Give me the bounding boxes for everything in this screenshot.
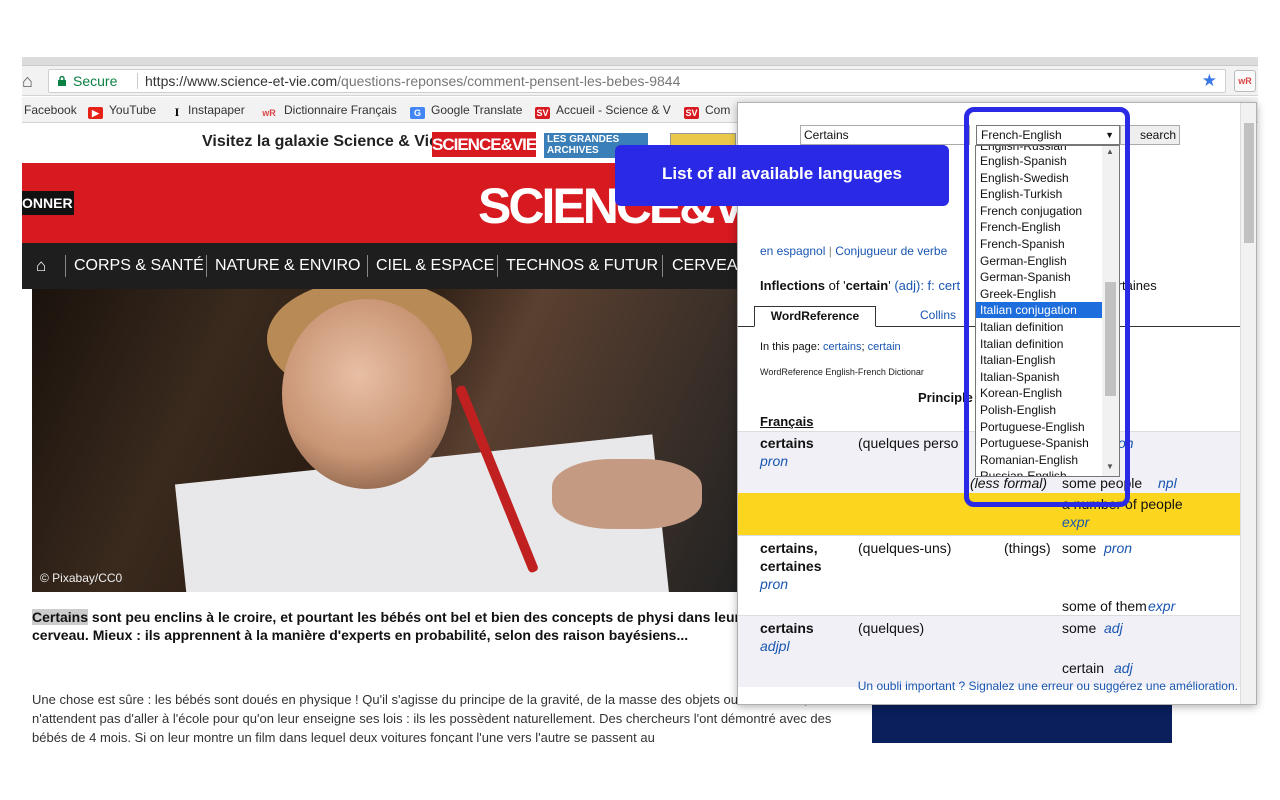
- instapaper-icon: I: [174, 105, 180, 119]
- nav-technos-futur[interactable]: TECHNOS & FUTUR: [506, 243, 658, 289]
- science-vie-icon: SV: [535, 107, 550, 119]
- main-nav: ⌂ CORPS & SANTÉ NATURE & ENVIRO CIEL & E…: [22, 243, 749, 289]
- lock-icon: [58, 76, 66, 86]
- tab-wordreference[interactable]: WordReference: [754, 306, 876, 327]
- nav-corps-sante[interactable]: CORPS & SANTÉ: [74, 243, 204, 289]
- annotation-callout: List of all available languages: [615, 145, 949, 206]
- subscribe-button[interactable]: ONNER: [22, 191, 74, 215]
- bookmark-google-translate[interactable]: G Google Translate: [410, 103, 522, 119]
- bookmark-facebook[interactable]: Facebook: [24, 103, 77, 117]
- science-vie-logo[interactable]: SCIENCE&VIE: [432, 132, 537, 157]
- wr-footer-link[interactable]: Un oubli important ? Signalez une erreur…: [738, 679, 1238, 693]
- wr-links: en espagnol | Conjugueur de verbe: [760, 244, 948, 258]
- wordreference-extension-icon[interactable]: wR: [1234, 70, 1256, 92]
- popup-scrollbar-thumb[interactable]: [1244, 123, 1254, 243]
- url-field[interactable]: Secure https://www.science-et-vie.com/qu…: [48, 69, 1226, 93]
- wr-link-conjugueur[interactable]: Conjugueur de verbe: [835, 244, 947, 258]
- wr-link-espagnol[interactable]: en espagnol: [760, 244, 825, 258]
- tab-strip: [22, 57, 1258, 66]
- article-lead: Certains sont peu enclins à le croire, e…: [32, 608, 742, 644]
- nav-nature-enviro[interactable]: NATURE & ENVIRO: [215, 243, 361, 289]
- article-body: Une chose est sûre : les bébés sont doué…: [32, 692, 832, 743]
- nav-divider: [497, 255, 498, 277]
- wr-inpage-link[interactable]: certain: [868, 341, 901, 353]
- lead-highlight: Certains: [32, 609, 89, 625]
- bookmark-dictionnaire[interactable]: wR Dictionnaire Français: [260, 103, 396, 119]
- table-row: certains, certaines pron (quelques-uns) …: [738, 535, 1256, 615]
- url-path: /questions-reponses/comment-pensent-les-…: [337, 73, 681, 89]
- bookmark-youtube[interactable]: ▶ YouTube: [88, 103, 156, 119]
- annotation-highlight-box: [964, 107, 1130, 507]
- nav-divider: [367, 255, 368, 277]
- wr-inpage-link[interactable]: certains: [823, 341, 862, 353]
- bookmark-instapaper[interactable]: I Instapaper: [172, 103, 245, 118]
- wordreference-icon: wR: [262, 108, 276, 118]
- screenshot: ⌂ Secure https://www.science-et-vie.com/…: [0, 0, 1280, 800]
- nav-home-icon[interactable]: ⌂: [36, 243, 46, 289]
- url-text: https://www.science-et-vie.com/questions…: [145, 70, 680, 92]
- wr-in-page: In this page: certains; certain: [760, 341, 901, 353]
- home-icon[interactable]: ⌂: [22, 71, 40, 91]
- address-bar-area: ⌂ Secure https://www.science-et-vie.com/…: [22, 66, 1258, 96]
- wr-search-input[interactable]: Certains: [800, 125, 970, 145]
- wr-inflections: Inflections of 'certain' (adj): f: cert: [760, 278, 961, 293]
- galaxy-text: Visitez la galaxie Science & Vie :: [202, 133, 448, 150]
- photo-child: [282, 299, 452, 489]
- nav-divider: [206, 255, 207, 277]
- lead-text: sont peu enclins à le croire, et pourtan…: [32, 609, 740, 643]
- bookmark-star-icon[interactable]: ★: [1202, 70, 1217, 92]
- popup-scrollbar[interactable]: [1240, 103, 1256, 704]
- url-host: https://www.science-et-vie.com: [145, 73, 338, 89]
- youtube-icon: ▶: [88, 107, 103, 119]
- bookmark-com[interactable]: SV Com: [684, 103, 730, 119]
- photo-credit: © Pixabay/CC0: [40, 571, 123, 585]
- wr-citation: WordReference English-French Dictionar: [760, 367, 924, 377]
- article-photo: © Pixabay/CC0: [32, 289, 742, 592]
- translate-icon: G: [410, 107, 425, 119]
- secure-label: Secure: [73, 73, 118, 89]
- nav-ciel-espace[interactable]: CIEL & ESPACE: [376, 243, 494, 289]
- science-vie-icon-2: SV: [684, 107, 699, 119]
- photo-hand: [552, 459, 702, 529]
- table-row: certains adjpl (quelques) some adj certa…: [738, 615, 1256, 687]
- tab-collins[interactable]: Collins: [920, 308, 956, 322]
- nav-divider: [662, 255, 663, 277]
- nav-divider: [65, 255, 66, 277]
- bookmark-science-vie[interactable]: SV Accueil - Science & V: [535, 103, 685, 119]
- url-separator: [137, 73, 138, 89]
- wr-column-header: Français: [760, 414, 814, 429]
- sidebar-image[interactable]: [872, 701, 1172, 743]
